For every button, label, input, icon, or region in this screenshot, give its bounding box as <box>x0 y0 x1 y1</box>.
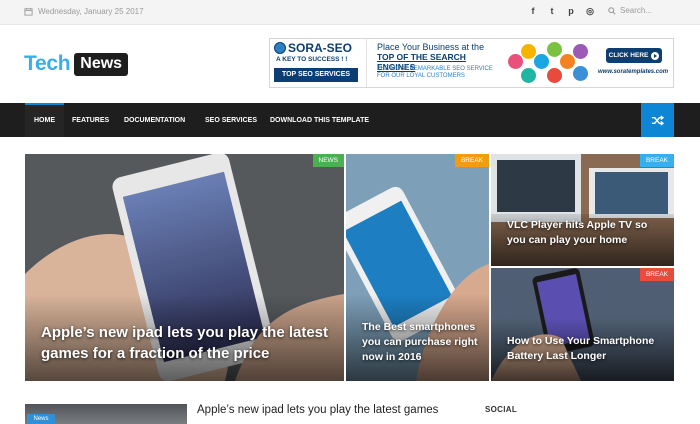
logo-tech-text: Tech <box>24 52 71 75</box>
nav-item-features[interactable]: FEATURES <box>72 103 109 137</box>
banner-message: Place Your Business at the TOP OF THE SE… <box>366 39 506 87</box>
logo-news-text: News <box>74 52 129 76</box>
nav-item-download[interactable]: DOWNLOAD THIS TEMPLATE <box>270 103 369 137</box>
post-title[interactable]: VLC Player hits Apple TV so you can play… <box>507 218 667 248</box>
post-title[interactable]: Apple’s new ipad lets you play the lates… <box>41 322 333 364</box>
top-bar: Wednesday, January 25 2017 f t p ◎ Searc… <box>0 0 700 25</box>
category-tag[interactable]: BREAK <box>639 154 674 167</box>
search-icon <box>608 6 616 15</box>
social-links: f t p ◎ <box>528 6 595 17</box>
banner-brand-block: SORA-SEO A KEY TO SUCCESS ! ! TOP SEO SE… <box>270 39 362 87</box>
featured-post-smartphones[interactable]: BREAK The Best smartphones you can purch… <box>346 154 489 381</box>
banner-key-text: A KEY TO SUCCESS ! ! <box>276 56 348 63</box>
pinterest-icon[interactable]: p <box>566 6 576 17</box>
category-tag[interactable]: BREAK <box>639 268 674 281</box>
post-title-link[interactable]: Apple’s new ipad lets you play the lates… <box>197 404 438 416</box>
banner-brand: SORA-SEO <box>274 41 352 55</box>
twitter-icon[interactable]: t <box>547 6 557 17</box>
post-title[interactable]: How to Use Your Smartphone Battery Last … <box>507 334 669 364</box>
category-tag[interactable]: BREAK <box>454 154 489 167</box>
banner-click-label: CLICK HERE <box>608 52 649 59</box>
banner-remark-text: THE MOST REMARKABLE SEO SERVICE FOR OUR … <box>377 66 493 79</box>
banner-click-button[interactable]: CLICK HERE <box>606 48 662 63</box>
play-icon <box>651 51 660 60</box>
nav-item-home[interactable]: HOME <box>25 103 64 137</box>
post-title[interactable]: The Best smartphones you can purchase ri… <box>362 320 480 365</box>
banner-url: www.soratemplates.com <box>598 69 669 75</box>
facebook-icon[interactable]: f <box>528 6 538 17</box>
search-placeholder[interactable]: Search... <box>620 6 652 15</box>
date-text: Wednesday, January 25 2017 <box>38 7 144 16</box>
site-logo[interactable]: Tech News <box>24 52 129 76</box>
date-display: Wednesday, January 25 2017 <box>24 7 144 16</box>
category-badge[interactable]: News <box>27 414 55 424</box>
nav-item-seo-services[interactable]: SEO SERVICES <box>205 103 257 137</box>
featured-post-battery[interactable]: BREAK How to Use Your Smartphone Battery… <box>491 268 674 381</box>
calendar-icon <box>24 7 33 16</box>
main-nav: HOME FEATURES DOCUMENTATION SEO SERVICES… <box>0 103 700 137</box>
banner-graphic <box>508 40 598 86</box>
category-tag[interactable]: NEWS <box>312 154 344 167</box>
post-thumbnail[interactable]: News <box>25 404 187 424</box>
featured-post-vlc[interactable]: BREAK VLC Player hits Apple TV so you ca… <box>491 154 674 266</box>
nav-item-documentation[interactable]: DOCUMENTATION <box>124 103 185 137</box>
sidebar-social-heading: SOCIAL <box>485 405 518 414</box>
random-post-button[interactable] <box>641 103 674 137</box>
ad-banner[interactable]: SORA-SEO A KEY TO SUCCESS ! ! TOP SEO SE… <box>269 38 674 88</box>
featured-image-smartphone-hand <box>491 268 674 381</box>
shuffle-icon <box>651 114 664 126</box>
featured-image-computers <box>491 154 674 266</box>
globe-icon <box>274 42 286 54</box>
banner-services-label: TOP SEO SERVICES <box>274 68 358 82</box>
banner-place-text: Place Your Business at the <box>377 42 485 52</box>
featured-post-main[interactable]: NEWS Apple’s new ipad lets you play the … <box>25 154 344 381</box>
search-box[interactable]: Search... <box>608 6 652 15</box>
banner-brand-text: SORA-SEO <box>288 41 353 55</box>
instagram-icon[interactable]: ◎ <box>585 6 595 17</box>
